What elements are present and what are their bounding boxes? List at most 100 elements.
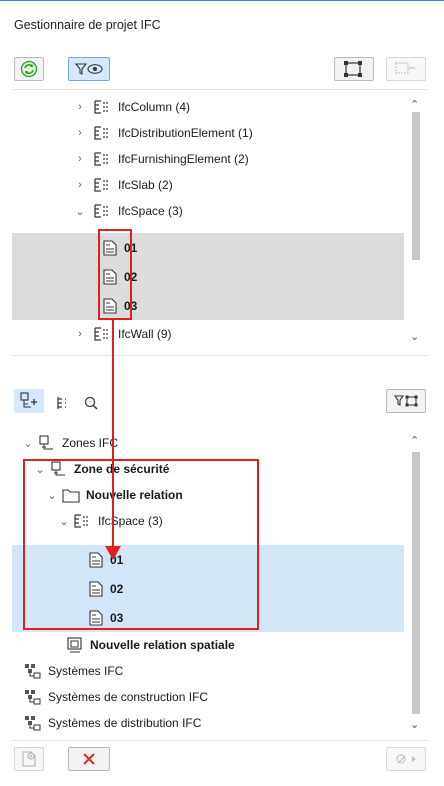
tree-item-ifcdistributionelement[interactable]: › IfcDistributionElement (1) — [12, 120, 404, 146]
ifc-type-icon — [74, 514, 88, 528]
tree-item-label: IfcSpace (3) — [118, 204, 183, 218]
spatial-relation-icon — [67, 637, 82, 653]
tree-item-ifcwall[interactable]: › IfcWall (9) — [12, 321, 404, 347]
space-icon — [89, 609, 103, 626]
system-icon — [25, 716, 41, 731]
space-icon — [89, 580, 103, 597]
folder-icon — [62, 488, 80, 503]
tree-item-ifcspace-group[interactable]: ⌄ IfcSpace (3) — [12, 508, 404, 534]
tree-item-space-03[interactable]: 03 — [12, 291, 404, 320]
filter-icon — [393, 395, 418, 407]
tree-item-space-01[interactable]: 01 — [12, 545, 404, 574]
zones-icon — [39, 435, 53, 450]
tree-item-label: IfcWall (9) — [118, 327, 172, 341]
more-options-button[interactable] — [386, 747, 426, 771]
ifc-type-icon — [94, 178, 108, 192]
tree-item-label: 03 — [110, 610, 124, 625]
space-icon — [103, 239, 117, 256]
space-icon — [103, 297, 117, 314]
chevron-right-icon[interactable]: › — [74, 179, 86, 191]
tree-item-space-02[interactable]: 02 — [12, 574, 404, 603]
tree-item-label: Zone de sécurité — [74, 462, 170, 476]
tree-item-label: IfcFurnishingElement (2) — [118, 152, 249, 166]
tree-item-space-03[interactable]: 03 — [12, 603, 404, 632]
refresh-button[interactable] — [14, 57, 44, 81]
search-icon — [84, 396, 98, 410]
chevron-down-icon[interactable]: ⌄ — [34, 463, 46, 476]
tree-item-label: IfcDistributionElement (1) — [118, 126, 253, 140]
ifc-type-icon — [94, 100, 108, 114]
scroll-up-icon[interactable]: ⌃ — [410, 434, 419, 447]
tree-item-space-02[interactable]: 02 — [12, 262, 404, 291]
select-elements-icon — [344, 61, 362, 77]
tree-item-ifccolumn[interactable]: › IfcColumn (4) — [12, 94, 404, 120]
select-elements-button[interactable] — [334, 57, 374, 81]
scroll-thumb[interactable] — [412, 452, 420, 714]
chevron-right-icon[interactable]: › — [74, 101, 86, 113]
link-icon — [395, 62, 416, 74]
chevron-down-icon[interactable]: ⌄ — [74, 205, 86, 218]
zone-icon — [51, 461, 65, 476]
chevron-right-icon[interactable]: › — [74, 153, 86, 165]
tree-item-nouvelle-relation-spatiale[interactable]: Nouvelle relation spatiale — [12, 632, 404, 658]
tree-item-space-01[interactable]: 01 — [12, 233, 404, 262]
chevron-down-icon[interactable]: ⌄ — [58, 515, 70, 528]
chevron-down-icon[interactable]: ⌄ — [46, 489, 58, 502]
tree-item-label: 02 — [124, 269, 138, 284]
ifc-type-tree[interactable]: › IfcColumn (4) › IfcDistributionElement… — [12, 89, 428, 356]
tree-item-label: IfcColumn (4) — [118, 100, 191, 114]
system-icon — [25, 690, 41, 705]
tree-item-ifcslab[interactable]: › IfcSlab (2) — [12, 172, 404, 198]
annotation-arrow-line — [112, 320, 114, 548]
top-tree-scrollbar[interactable]: ⌃ ⌄ — [404, 90, 428, 355]
space-icon — [89, 551, 103, 568]
tree-item-label: Zones IFC — [62, 436, 119, 450]
chevron-right-icon[interactable]: › — [74, 127, 86, 139]
delete-icon — [83, 753, 95, 765]
window-top-border — [0, 0, 444, 1]
filter-button[interactable] — [386, 389, 426, 413]
scroll-up-icon[interactable]: ⌃ — [410, 98, 419, 111]
ifc-spatial-tree[interactable]: ⌄ Zones IFC ⌄ Zone de sécurité ⌄ Nouvell… — [12, 424, 428, 741]
tree-item-ifcspace[interactable]: ⌄ IfcSpace (3) — [12, 198, 404, 224]
scroll-down-icon[interactable]: ⌄ — [410, 718, 419, 731]
tab-spatial-tree[interactable] — [14, 389, 44, 413]
panel-title: Gestionnaire de projet IFC — [14, 18, 161, 32]
chevron-right-icon[interactable]: › — [74, 328, 86, 340]
ifc-type-icon — [94, 327, 108, 341]
tree-item-nouvelle-relation[interactable]: ⌄ Nouvelle relation — [12, 482, 404, 508]
tree-item-label: Systèmes de construction IFC — [48, 690, 209, 704]
tree-item-label: Systèmes de distribution IFC — [48, 716, 202, 730]
delete-button[interactable] — [68, 747, 110, 771]
chevron-down-icon[interactable]: ⌄ — [22, 437, 34, 450]
search-button[interactable] — [80, 391, 102, 415]
system-icon — [25, 664, 41, 679]
tree-item-systemes-construction[interactable]: Systèmes de construction IFC — [12, 684, 404, 710]
tree-item-zones-ifc[interactable]: ⌄ Zones IFC — [12, 430, 404, 456]
tree-item-systemes-distribution[interactable]: Systèmes de distribution IFC — [12, 710, 404, 736]
tree-item-ifcfurnishingelement[interactable]: › IfcFurnishingElement (2) — [12, 146, 404, 172]
tree-item-zone-securite[interactable]: ⌄ Zone de sécurité — [12, 456, 404, 482]
filter-view-toggle[interactable] — [68, 57, 110, 81]
tree-item-label: Nouvelle relation spatiale — [90, 638, 235, 652]
ifc-type-icon — [94, 152, 108, 166]
scroll-down-icon[interactable]: ⌄ — [410, 330, 419, 343]
ifc-type-icon — [94, 204, 108, 218]
link-button[interactable] — [386, 57, 426, 81]
ifc-type-icon — [94, 126, 108, 140]
tree-item-label: 01 — [124, 240, 138, 255]
spatial-tree-icon — [20, 392, 37, 408]
tree-item-label: 02 — [110, 581, 124, 596]
filter-eye-icon — [74, 63, 103, 75]
scroll-thumb[interactable] — [412, 112, 420, 260]
add-document-icon — [22, 751, 36, 767]
tab-type-tree[interactable] — [52, 391, 74, 415]
refresh-icon — [20, 60, 38, 78]
tree-item-label: 03 — [124, 298, 138, 313]
tree-item-label: IfcSpace (3) — [98, 514, 163, 528]
more-options-icon — [396, 754, 416, 764]
add-button[interactable] — [14, 747, 44, 771]
bottom-tree-scrollbar[interactable]: ⌃ ⌄ — [404, 424, 428, 740]
tree-item-label: Systèmes IFC — [48, 664, 124, 678]
tree-item-systemes-ifc[interactable]: Systèmes IFC — [12, 658, 404, 684]
